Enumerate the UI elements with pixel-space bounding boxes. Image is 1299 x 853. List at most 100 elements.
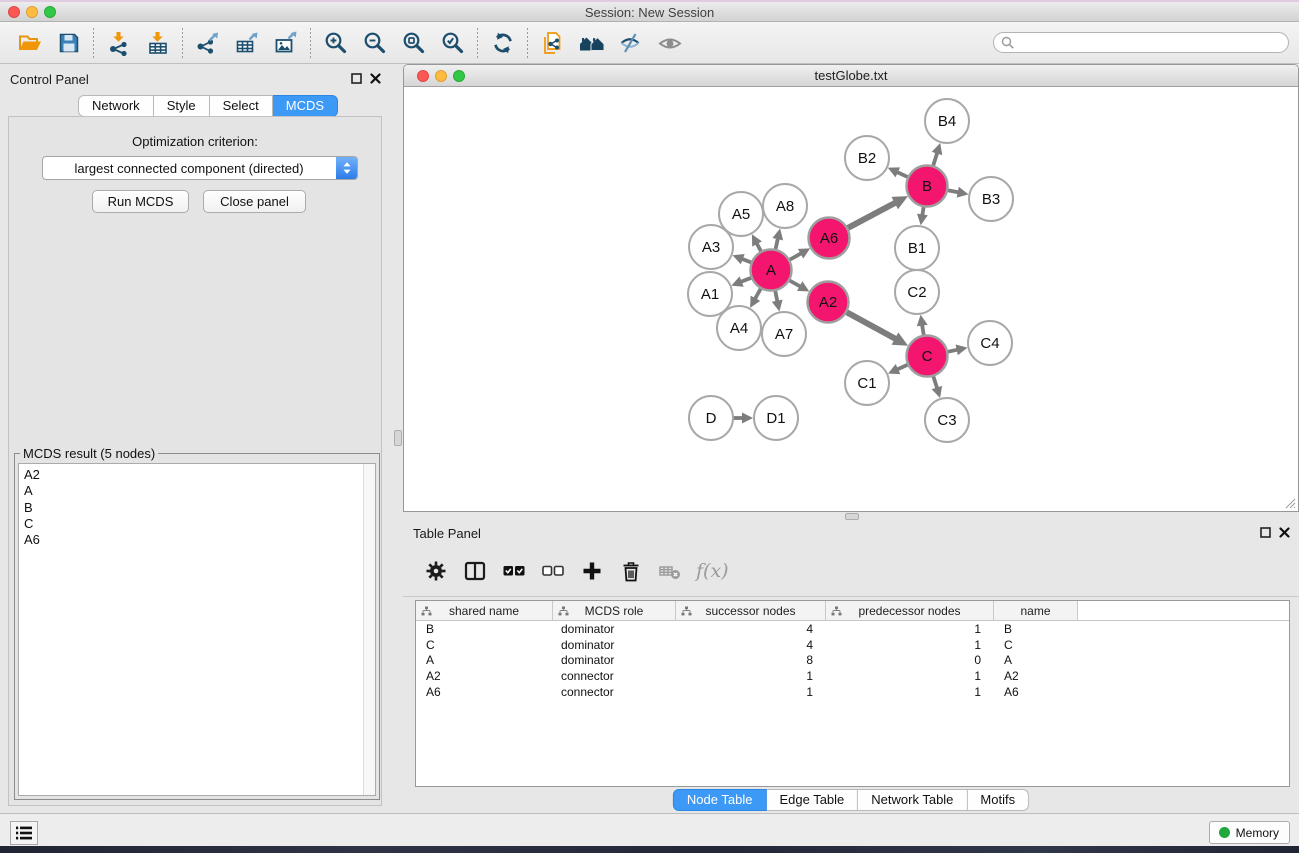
mcds-result-item[interactable]: A2 <box>24 467 375 483</box>
table-row[interactable]: A6connector11A6 <box>416 684 1289 700</box>
graph-edge-arrowhead <box>772 229 783 241</box>
show-columns-button[interactable] <box>462 558 488 584</box>
mcds-result-item[interactable]: C <box>24 516 375 532</box>
cell-MCDS-role: dominator <box>553 653 676 667</box>
add-column-button[interactable] <box>579 558 605 584</box>
column-header-mcds-role[interactable]: MCDS role <box>553 601 676 621</box>
graph-node-label: A2 <box>819 294 837 311</box>
tab-node-table[interactable]: Node Table <box>673 789 767 811</box>
refresh-view-button[interactable] <box>483 25 522 61</box>
zoom-in-button[interactable] <box>316 25 355 61</box>
node-table[interactable]: shared name MCDS role <box>415 600 1290 787</box>
zoom-out-button[interactable] <box>355 25 394 61</box>
table-row[interactable]: Cdominator41C <box>416 637 1289 653</box>
vertical-splitter-handle[interactable] <box>394 430 402 446</box>
tab-edge-table[interactable]: Edge Table <box>766 789 858 811</box>
show-details-button[interactable] <box>650 25 689 61</box>
column-header-predecessor-nodes[interactable]: predecessor nodes <box>826 601 994 621</box>
cell-name: B <box>994 622 1078 636</box>
float-panel-icon[interactable] <box>351 73 362 84</box>
zoom-fit-button[interactable] <box>394 25 433 61</box>
graph-node-label: B <box>922 178 932 195</box>
criterion-dropdown[interactable]: largest connected component (directed) <box>42 156 358 180</box>
network-window-titlebar[interactable]: testGlobe.txt <box>404 65 1298 87</box>
close-panel-button[interactable]: Close panel <box>203 190 306 213</box>
network-close-button[interactable] <box>417 70 429 82</box>
graph-node-label: B3 <box>982 191 1000 208</box>
home-button[interactable] <box>572 25 611 61</box>
table-body: Bdominator41BCdominator41CAdominator80AA… <box>416 621 1289 699</box>
copy-network-button[interactable] <box>533 25 572 61</box>
import-table-button[interactable] <box>138 25 177 61</box>
column-header-successor-nodes[interactable]: successor nodes <box>676 601 826 621</box>
cell-MCDS-role: dominator <box>553 638 676 652</box>
export-image-button[interactable] <box>266 25 305 61</box>
cell-MCDS-role: dominator <box>553 622 676 636</box>
graph-node-label: A1 <box>701 286 719 303</box>
open-session-button[interactable] <box>10 25 49 61</box>
cell-name: A6 <box>994 685 1078 699</box>
column-header-name[interactable]: name <box>994 601 1078 621</box>
deselect-all-button[interactable] <box>540 558 566 584</box>
graph-node-label: B4 <box>938 113 956 130</box>
cell-predecessor-nodes: 1 <box>826 638 994 652</box>
mcds-result-item[interactable]: B <box>24 500 375 516</box>
graph-edge-A6-B[interactable] <box>845 203 895 230</box>
trash-icon <box>619 559 643 583</box>
table-row[interactable]: Adominator80A <box>416 652 1289 668</box>
optimization-criterion-label: Optimization criterion: <box>9 134 381 149</box>
run-mcds-button[interactable]: Run MCDS <box>92 190 189 213</box>
network-zoom-button[interactable] <box>453 70 465 82</box>
graph-node-label: A8 <box>776 198 794 215</box>
open-folder-icon <box>17 30 43 56</box>
memory-button[interactable]: Memory <box>1209 821 1290 844</box>
tab-network-table[interactable]: Network Table <box>858 789 967 811</box>
tab-network[interactable]: Network <box>78 95 154 117</box>
cell-MCDS-role: connector <box>553 669 676 683</box>
result-scrollbar[interactable] <box>363 464 375 795</box>
graph-edge-arrowhead <box>772 300 783 312</box>
apply-function-button[interactable]: f(x) <box>696 558 729 584</box>
desktop-background <box>0 846 1299 853</box>
delete-column-button[interactable] <box>618 558 644 584</box>
gear-icon <box>424 559 448 583</box>
export-network-button[interactable] <box>188 25 227 61</box>
task-history-button[interactable] <box>10 821 38 845</box>
zoom-selected-button[interactable] <box>433 25 472 61</box>
search-field[interactable] <box>993 32 1289 53</box>
tab-style[interactable]: Style <box>154 95 210 117</box>
mcds-result-item[interactable]: A <box>24 483 375 499</box>
table-settings-button[interactable] <box>423 558 449 584</box>
close-panel-icon[interactable] <box>370 73 381 84</box>
select-all-button[interactable] <box>501 558 527 584</box>
toolbar-separator <box>477 28 478 58</box>
import-network-button[interactable] <box>99 25 138 61</box>
save-floppy-icon <box>56 30 82 56</box>
network-view-window: testGlobe.txt AA1A2A3A4A5A6A7A8BB1B2B3B4… <box>403 64 1299 512</box>
mcds-result-item[interactable]: A6 <box>24 532 375 548</box>
resize-grip-icon[interactable] <box>1283 496 1296 509</box>
export-table-button[interactable] <box>227 25 266 61</box>
save-session-button[interactable] <box>49 25 88 61</box>
float-panel-icon[interactable] <box>1260 527 1271 538</box>
tab-motifs[interactable]: Motifs <box>967 789 1029 811</box>
close-panel-icon[interactable] <box>1279 527 1290 538</box>
table-row[interactable]: A2connector11A2 <box>416 668 1289 684</box>
cell-shared-name: A <box>416 653 553 667</box>
mcds-result-title: MCDS result (5 nodes) <box>20 446 158 461</box>
tab-select[interactable]: Select <box>210 95 273 117</box>
search-input[interactable] <box>1019 36 1281 50</box>
application-window: Session: New Session <box>0 0 1299 853</box>
network-minimize-button[interactable] <box>435 70 447 82</box>
tab-mcds[interactable]: MCDS <box>273 95 338 117</box>
zoom-out-icon <box>362 30 388 56</box>
column-header-shared-name[interactable]: shared name <box>416 601 553 621</box>
table-header-row: shared name MCDS role <box>416 601 1289 621</box>
hide-details-button[interactable] <box>611 25 650 61</box>
network-canvas[interactable]: AA1A2A3A4A5A6A7A8BB1B2B3B4CC1C2C3C4DD1 <box>404 88 1298 512</box>
cell-shared-name: C <box>416 638 553 652</box>
graph-edge-A2-C[interactable] <box>844 311 896 339</box>
delete-table-button[interactable] <box>657 558 683 584</box>
mcds-result-list[interactable]: A2ABCA6 <box>18 463 376 796</box>
table-row[interactable]: Bdominator41B <box>416 621 1289 637</box>
